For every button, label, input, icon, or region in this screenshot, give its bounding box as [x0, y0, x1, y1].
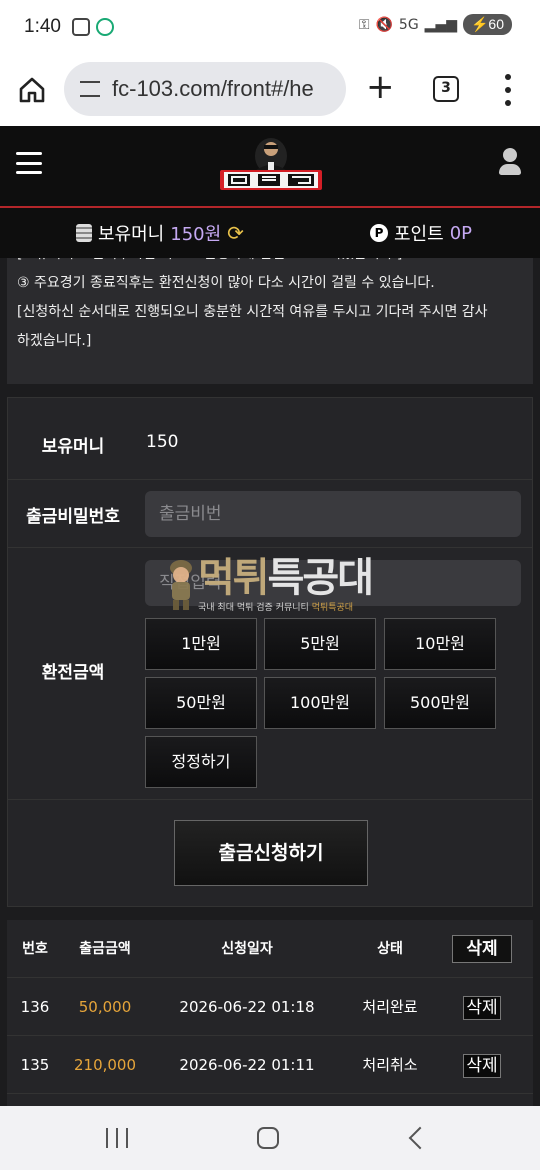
row-amount: 50,000: [78, 998, 132, 1016]
row-delete-cell: 삭제: [447, 978, 517, 1036]
withdrawal-form: 보유머니 150 출금비밀번호 환전금액 1만원 5만원 10만원 50만원 1…: [7, 397, 533, 907]
browser-toolbar: fc-103.com/front#/he + 3: [0, 56, 540, 126]
hamburger-menu-icon[interactable]: [16, 152, 42, 174]
site-logo[interactable]: [218, 136, 324, 198]
password-label: 출금비밀번호: [26, 507, 120, 527]
url-text: fc-103.com/front#/he: [112, 76, 314, 101]
header-delete-cell: 삭제: [447, 920, 517, 978]
row-delete-button[interactable]: 삭제: [463, 995, 501, 1020]
withdrawal-history-table: 번호 출금금액 신청일자 상태 삭제 136 50,000 2026-06-22…: [7, 920, 533, 1106]
home-nav-icon[interactable]: [257, 1127, 279, 1149]
menu-more-icon[interactable]: [500, 74, 516, 106]
coins-icon: [76, 224, 92, 242]
balance-row: 보유머니 150: [8, 398, 532, 480]
reset-amount-button[interactable]: 정정하기: [145, 736, 257, 788]
site-header: [0, 126, 540, 206]
mute-icon: 🔇: [375, 16, 393, 33]
table-row: 136 50,000 2026-06-22 01:18 처리완료 삭제: [7, 978, 533, 1036]
notice-box: [보유머니로 전적주시면 빠르고 진행하게 됩인 보도드리었습니다.] ③ 주요…: [7, 258, 533, 384]
header-amount: 출금금액: [79, 941, 131, 957]
url-bar[interactable]: fc-103.com/front#/he: [64, 62, 346, 116]
home-icon[interactable]: [18, 76, 46, 104]
screenshot-icon: [72, 18, 90, 36]
header-date: 신청일자: [221, 941, 273, 957]
table-row: 135 210,000 2026-06-22 01:11 처리취소 삭제: [7, 1036, 533, 1094]
tab-switcher-button[interactable]: 3: [433, 76, 459, 102]
site-settings-icon[interactable]: [80, 81, 100, 97]
watermark-subtitle-text: 국내 최대 먹튀 검증 커뮤니티: [198, 603, 309, 613]
notice-line: 하겠습니다.]: [17, 333, 92, 349]
money-bar: 보유머니 150원 ⟳ P 포인트 0P: [0, 206, 540, 258]
row-delete-button[interactable]: 삭제: [463, 1053, 501, 1078]
points-icon: P: [370, 224, 388, 242]
amount-button-10k[interactable]: 1만원: [145, 618, 257, 670]
status-bar: 1:40 ⚿ 🔇 5G ▂▄▆ ⚡60: [0, 0, 540, 56]
system-nav-bar: [0, 1106, 540, 1170]
watermark-title-part1: 먹튀: [198, 555, 270, 601]
watermark-brand: 먹튀특공대: [311, 603, 354, 613]
amount-button-50k[interactable]: 5만원: [264, 618, 376, 670]
amount-button-100k[interactable]: 10만원: [384, 618, 496, 670]
balance-label: 보유머니: [98, 224, 165, 245]
points-display: P 포인트 0P: [370, 220, 472, 246]
notice-line: ③ 주요경기 종료직후는 환전신청이 많아 다소 시간이 걸릴 수 있습니다.: [17, 275, 435, 291]
battery-level: 60: [488, 16, 504, 32]
row-status: 처리완료: [362, 998, 418, 1016]
row-delete-cell: 삭제: [447, 1036, 517, 1094]
app-notification-icon: [96, 18, 114, 36]
user-icon[interactable]: [498, 148, 522, 175]
notice-line: [신청하신 순서대로 진행되오니 충분한 시간적 여유를 두시고 기다려 주시면…: [17, 304, 488, 320]
submit-withdrawal-button[interactable]: 출금신청하기: [174, 820, 368, 886]
password-row: 출금비밀번호: [8, 480, 532, 548]
amount-label: 환전금액: [41, 663, 105, 683]
status-time: 1:40: [24, 16, 61, 37]
signal-icon: ▂▄▆: [424, 16, 457, 33]
network-label: 5G: [398, 16, 419, 33]
balance-row-label: 보유머니: [41, 437, 105, 457]
balance-row-value: 150: [146, 432, 179, 452]
refresh-icon[interactable]: ⟳: [227, 221, 244, 245]
amount-button-500k[interactable]: 50만원: [145, 677, 257, 729]
battery-indicator: ⚡60: [462, 14, 512, 35]
watermark-title-part2: 특공대: [267, 555, 374, 601]
row-amount: 210,000: [73, 1056, 137, 1074]
watermark-title: 먹튀특공대: [198, 555, 374, 601]
points-label: 포인트: [394, 224, 444, 245]
row-number: 136: [20, 998, 50, 1016]
row-date: 2026-06-22 01:18: [179, 998, 315, 1016]
amount-button-1m[interactable]: 100만원: [264, 677, 376, 729]
table-header: 번호 출금금액 신청일자 상태 삭제: [7, 920, 533, 978]
soldier-mascot-icon: [170, 560, 192, 610]
header-number: 번호: [22, 941, 48, 957]
balance-display: 보유머니 150원 ⟳: [76, 220, 244, 246]
amount-button-5m[interactable]: 500만원: [384, 677, 496, 729]
balance-value: 150원: [170, 224, 222, 245]
status-icons: ⚿ 🔇 5G ▂▄▆ ⚡60: [359, 14, 512, 35]
row-date: 2026-06-22 01:11: [179, 1056, 315, 1074]
points-value: 0P: [449, 222, 472, 244]
withdraw-password-input[interactable]: [145, 491, 521, 537]
back-icon[interactable]: [408, 1126, 432, 1150]
delete-all-button[interactable]: 삭제: [452, 935, 512, 963]
watermark: 먹튀특공대 국내 최대 먹튀 검증 커뮤니티 먹튀특공대: [166, 556, 386, 618]
notice-line: [보유머니로 전적주시면 빠르고 진행하게 됩인 보도드리었습니다.]: [17, 258, 523, 269]
header-status: 상태: [377, 941, 403, 957]
key-icon: ⚿: [358, 16, 370, 33]
new-tab-button[interactable]: +: [366, 70, 395, 104]
recents-icon[interactable]: [106, 1128, 128, 1148]
row-status: 처리취소: [362, 1056, 418, 1074]
row-number: 135: [20, 1056, 50, 1074]
watermark-subtitle: 국내 최대 먹튀 검증 커뮤니티 먹튀특공대: [198, 600, 353, 613]
